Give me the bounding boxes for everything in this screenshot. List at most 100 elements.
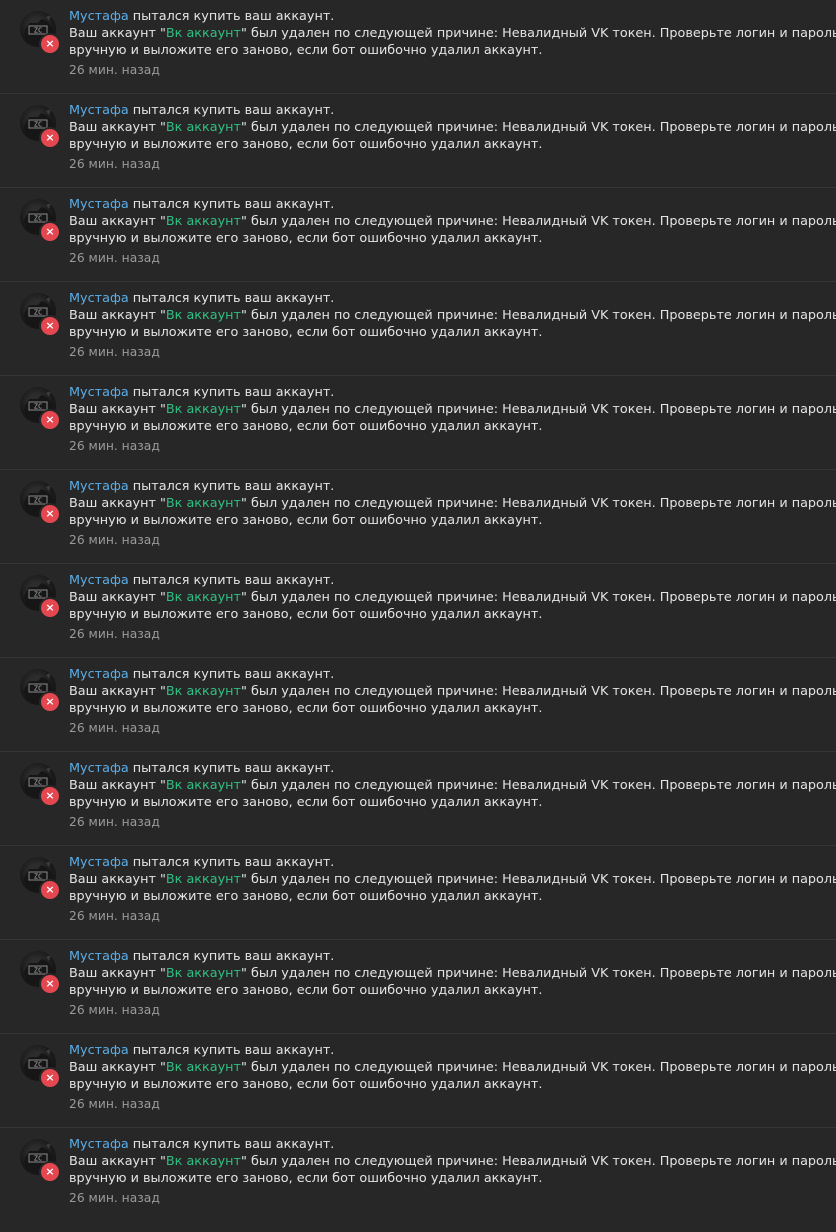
message-reason: " был удален по следующей причине: Невал… — [241, 120, 836, 135]
notification-content: Мустафа пытался купить ваш аккаунт. Ваш … — [69, 1042, 836, 1113]
notification-item: ZC × Мустафа пытался купить ваш аккаунт.… — [0, 658, 836, 752]
message-reason: " был удален по следующей причине: Невал… — [241, 402, 836, 417]
timestamp: 26 мин. назад — [69, 1191, 160, 1205]
avatar-container: ZC × — [20, 857, 64, 901]
svg-text:ZC: ZC — [34, 873, 42, 881]
username-link[interactable]: Мустафа — [69, 103, 129, 118]
avatar-container: ZC × — [20, 1045, 64, 1089]
username-link[interactable]: Мустафа — [69, 761, 129, 776]
message-line-2: вручную и выложите его заново, если бот … — [69, 1171, 543, 1186]
message-prefix: Ваш аккаунт " — [69, 590, 166, 605]
svg-text:ZC: ZC — [34, 497, 42, 505]
account-link[interactable]: Вк аккаунт — [166, 214, 241, 229]
notification-item: ZC × Мустафа пытался купить ваш аккаунт.… — [0, 188, 836, 282]
notification-item: ZC × Мустафа пытался купить ваш аккаунт.… — [0, 1034, 836, 1128]
action-text: пытался купить ваш аккаунт. — [128, 103, 335, 118]
message-prefix: Ваш аккаунт " — [69, 214, 166, 229]
notification-headline: Мустафа пытался купить ваш аккаунт. — [69, 384, 796, 401]
message-line-1: Ваш аккаунт "Вк аккаунт" был удален по с… — [69, 25, 836, 42]
account-link[interactable]: Вк аккаунт — [166, 402, 241, 417]
message-line-2: вручную и выложите его заново, если бот … — [69, 983, 543, 998]
timestamp: 26 мин. назад — [69, 251, 160, 265]
account-link[interactable]: Вк аккаунт — [166, 684, 241, 699]
action-text: пытался купить ваш аккаунт. — [128, 949, 335, 964]
message-line-2: вручную и выложите его заново, если бот … — [69, 795, 543, 810]
avatar-container: ZC × — [20, 105, 64, 149]
message-line-2: вручную и выложите его заново, если бот … — [69, 137, 543, 152]
timestamp: 26 мин. назад — [69, 533, 160, 547]
message-prefix: Ваш аккаунт " — [69, 402, 166, 417]
message-line-1: Ваш аккаунт "Вк аккаунт" был удален по с… — [69, 871, 836, 888]
avatar-container: ZC × — [20, 481, 64, 525]
message-prefix: Ваш аккаунт " — [69, 26, 166, 41]
message-prefix: Ваш аккаунт " — [69, 966, 166, 981]
username-link[interactable]: Мустафа — [69, 949, 129, 964]
account-link[interactable]: Вк аккаунт — [166, 590, 241, 605]
account-link[interactable]: Вк аккаунт — [166, 872, 241, 887]
error-x-icon: × — [41, 35, 59, 53]
account-link[interactable]: Вк аккаунт — [166, 308, 241, 323]
username-link[interactable]: Мустафа — [69, 291, 129, 306]
notification-headline: Мустафа пытался купить ваш аккаунт. — [69, 290, 796, 307]
action-text: пытался купить ваш аккаунт. — [128, 385, 335, 400]
message-reason: " был удален по следующей причине: Невал… — [241, 1060, 836, 1075]
message-reason: " был удален по следующей причине: Невал… — [241, 308, 836, 323]
message-line-2: вручную и выложите его заново, если бот … — [69, 1077, 543, 1092]
timestamp: 26 мин. назад — [69, 627, 160, 641]
username-link[interactable]: Мустафа — [69, 385, 129, 400]
notification-headline: Мустафа пытался купить ваш аккаунт. — [69, 196, 796, 213]
account-link[interactable]: Вк аккаунт — [166, 1060, 241, 1075]
message-prefix: Ваш аккаунт " — [69, 684, 166, 699]
error-x-icon: × — [41, 129, 59, 147]
notification-item: ZC × Мустафа пытался купить ваш аккаунт.… — [0, 846, 836, 940]
message-line-1: Ваш аккаунт "Вк аккаунт" был удален по с… — [69, 589, 836, 606]
notification-item: ZC × Мустафа пытался купить ваш аккаунт.… — [0, 752, 836, 846]
message-line-1: Ваш аккаунт "Вк аккаунт" был удален по с… — [69, 213, 836, 230]
message-prefix: Ваш аккаунт " — [69, 308, 166, 323]
message-prefix: Ваш аккаунт " — [69, 1154, 166, 1169]
error-x-icon: × — [41, 1163, 59, 1181]
username-link[interactable]: Мустафа — [69, 1043, 129, 1058]
error-x-icon: × — [41, 599, 59, 617]
account-link[interactable]: Вк аккаунт — [166, 966, 241, 981]
username-link[interactable]: Мустафа — [69, 667, 129, 682]
notification-content: Мустафа пытался купить ваш аккаунт. Ваш … — [69, 196, 836, 267]
notification-content: Мустафа пытался купить ваш аккаунт. Ваш … — [69, 8, 836, 79]
notification-content: Мустафа пытался купить ваш аккаунт. Ваш … — [69, 854, 836, 925]
notification-headline: Мустафа пытался купить ваш аккаунт. — [69, 1042, 796, 1059]
username-link[interactable]: Мустафа — [69, 855, 129, 870]
svg-text:ZC: ZC — [34, 779, 42, 787]
account-link[interactable]: Вк аккаунт — [166, 778, 241, 793]
timestamp: 26 мин. назад — [69, 1097, 160, 1111]
account-link[interactable]: Вк аккаунт — [166, 496, 241, 511]
account-link[interactable]: Вк аккаунт — [166, 26, 241, 41]
notification-content: Мустафа пытался купить ваш аккаунт. Ваш … — [69, 666, 836, 737]
notification-headline: Мустафа пытался купить ваш аккаунт. — [69, 854, 796, 871]
timestamp: 26 мин. назад — [69, 157, 160, 171]
notification-feed: ZC × Мустафа пытался купить ваш аккаунт.… — [0, 0, 836, 1222]
message-reason: " был удален по следующей причине: Невал… — [241, 872, 836, 887]
username-link[interactable]: Мустафа — [69, 9, 129, 24]
message-line-1: Ваш аккаунт "Вк аккаунт" был удален по с… — [69, 119, 836, 136]
notification-content: Мустафа пытался купить ваш аккаунт. Ваш … — [69, 1136, 836, 1207]
username-link[interactable]: Мустафа — [69, 1137, 129, 1152]
error-x-icon: × — [41, 223, 59, 241]
account-link[interactable]: Вк аккаунт — [166, 1154, 241, 1169]
notification-headline: Мустафа пытался купить ваш аккаунт. — [69, 572, 796, 589]
avatar-container: ZC × — [20, 387, 64, 431]
svg-text:ZC: ZC — [34, 967, 42, 975]
avatar-container: ZC × — [20, 11, 64, 55]
action-text: пытался купить ваш аккаунт. — [128, 1137, 335, 1152]
action-text: пытался купить ваш аккаунт. — [128, 479, 335, 494]
action-text: пытался купить ваш аккаунт. — [128, 573, 335, 588]
message-reason: " был удален по следующей причине: Невал… — [241, 684, 836, 699]
username-link[interactable]: Мустафа — [69, 197, 129, 212]
message-reason: " был удален по следующей причине: Невал… — [241, 966, 836, 981]
username-link[interactable]: Мустафа — [69, 479, 129, 494]
username-link[interactable]: Мустафа — [69, 573, 129, 588]
action-text: пытался купить ваш аккаунт. — [128, 855, 335, 870]
account-link[interactable]: Вк аккаунт — [166, 120, 241, 135]
message-prefix: Ваш аккаунт " — [69, 496, 166, 511]
notification-content: Мустафа пытался купить ваш аккаунт. Ваш … — [69, 102, 836, 173]
notification-content: Мустафа пытался купить ваш аккаунт. Ваш … — [69, 572, 836, 643]
